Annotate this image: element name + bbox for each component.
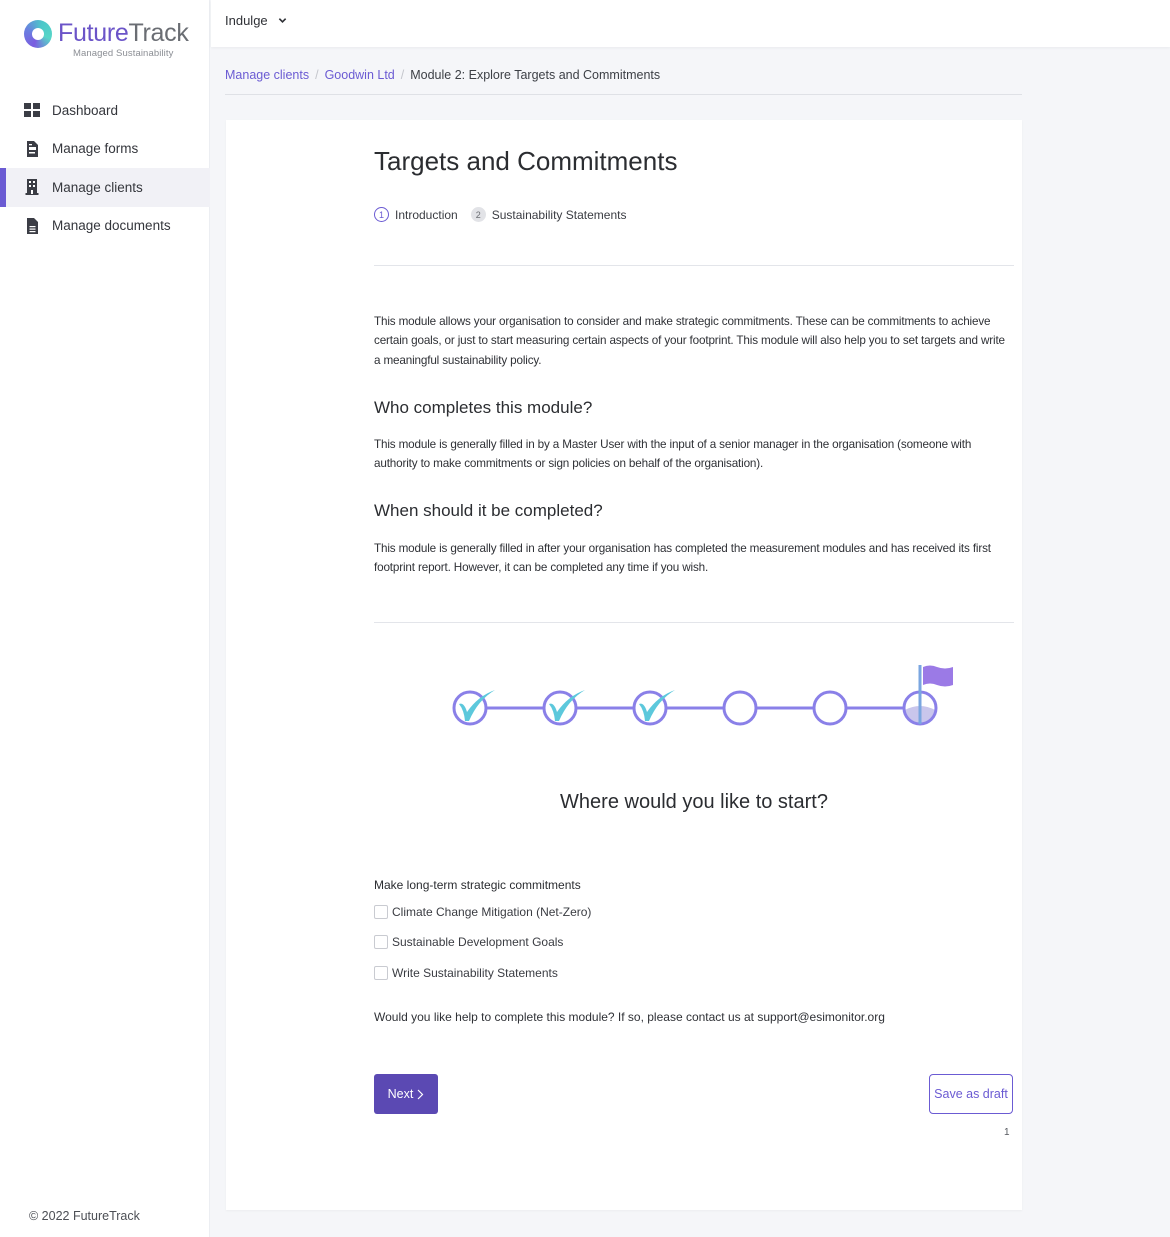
logo-tagline: Managed Sustainability: [73, 48, 174, 59]
option-label: Write Sustainability Statements: [392, 966, 558, 980]
flag-icon: [923, 665, 953, 687]
step-number: 2: [470, 207, 486, 222]
breadcrumb-manage-clients[interactable]: Manage clients: [225, 68, 309, 82]
sidebar-item-label: Dashboard: [52, 102, 119, 118]
logo-text-track: Track: [128, 19, 189, 47]
logo-text: FutureTrack: [58, 18, 189, 48]
intro-paragraph: This module allows your organisation to …: [374, 315, 1005, 367]
section-heading: Who completes this module?: [374, 398, 593, 417]
sidebar-item-dashboard[interactable]: Dashboard: [0, 91, 210, 130]
logo-text-future: Future: [58, 19, 129, 47]
topbar: Indulge: [211, 0, 1170, 47]
sidebar: FutureTrack Managed Sustainability Dashb…: [0, 0, 210, 1237]
logo[interactable]: FutureTrack Managed Sustainability: [24, 18, 194, 62]
form-document-icon: [27, 140, 38, 157]
organisation-name: Indulge: [225, 13, 268, 28]
divider: [374, 622, 1014, 623]
chevron-right-icon: [417, 1089, 424, 1099]
sidebar-item-label: Manage documents: [52, 218, 171, 234]
flag-pole: [918, 665, 922, 724]
page-title: Targets and Commitments: [374, 146, 678, 176]
milestone-pending: [812, 690, 848, 726]
sidebar-item-label: Manage forms: [52, 141, 139, 157]
progress-milestones: [452, 665, 953, 726]
breadcrumb: Manage clients / Goodwin Ltd / Module 2:…: [225, 68, 1022, 95]
chevron-down-icon: [278, 18, 286, 23]
logo-ring-icon: [24, 20, 52, 48]
options-group-label: Make long-term strategic commitments: [374, 878, 581, 892]
module-card: Targets and Commitments 1 Introduction 2…: [226, 120, 1022, 1210]
next-button[interactable]: Next: [374, 1074, 438, 1114]
checkbox-sustainability-statements[interactable]: [374, 966, 388, 980]
option-label: Sustainable Development Goals: [392, 935, 564, 949]
step-number: 1: [374, 207, 389, 222]
section-heading: When should it be completed?: [374, 501, 603, 520]
option-sdg[interactable]: Sustainable Development Goals: [374, 935, 563, 949]
document-icon: [27, 217, 38, 234]
section-body: This module is generally filled in after…: [374, 542, 991, 575]
copyright: © 2022 FutureTrack: [29, 1209, 140, 1223]
milestone-pending: [722, 690, 758, 726]
step-label: Introduction: [395, 207, 458, 222]
divider: [374, 265, 1014, 266]
dashboard-grid-icon: [24, 103, 40, 118]
next-button-label: Next: [387, 1087, 414, 1101]
step-introduction[interactable]: 1 Introduction: [374, 207, 458, 222]
option-label: Climate Change Mitigation (Net-Zero): [392, 905, 592, 919]
save-draft-button[interactable]: Save as draft: [929, 1074, 1013, 1114]
checkbox-sdg[interactable]: [374, 935, 388, 949]
breadcrumb-current: Module 2: Explore Targets and Commitment…: [410, 68, 661, 82]
section-body: This module is generally filled in by a …: [374, 438, 972, 471]
page-number: 1: [1004, 1127, 1010, 1138]
sidebar-item-manage-documents[interactable]: Manage documents: [0, 207, 210, 246]
organisation-selector[interactable]: Indulge: [225, 13, 287, 28]
option-sustainability-statements[interactable]: Write Sustainability Statements: [374, 966, 558, 980]
help-text: Would you like help to complete this mod…: [374, 1010, 885, 1024]
sidebar-item-manage-clients[interactable]: Manage clients: [0, 168, 210, 207]
step-indicator: 1 Introduction 2 Sustainability Statemen…: [374, 207, 639, 222]
breadcrumb-separator: /: [400, 68, 405, 82]
breadcrumb-separator: /: [315, 68, 319, 82]
step-sustainability-statements[interactable]: 2 Sustainability Statements: [470, 207, 627, 222]
checkbox-climate-change[interactable]: [374, 905, 388, 919]
option-climate-change[interactable]: Climate Change Mitigation (Net-Zero): [374, 905, 591, 919]
building-icon: [25, 179, 39, 196]
breadcrumb-client[interactable]: Goodwin Ltd: [325, 68, 395, 82]
sidebar-nav: Dashboard Manage forms Manage clients Ma…: [0, 91, 210, 245]
start-question: Where would you like to start?: [560, 791, 828, 813]
sidebar-item-label: Manage clients: [52, 179, 143, 195]
step-label: Sustainability Statements: [491, 207, 627, 222]
sidebar-item-manage-forms[interactable]: Manage forms: [0, 130, 210, 169]
